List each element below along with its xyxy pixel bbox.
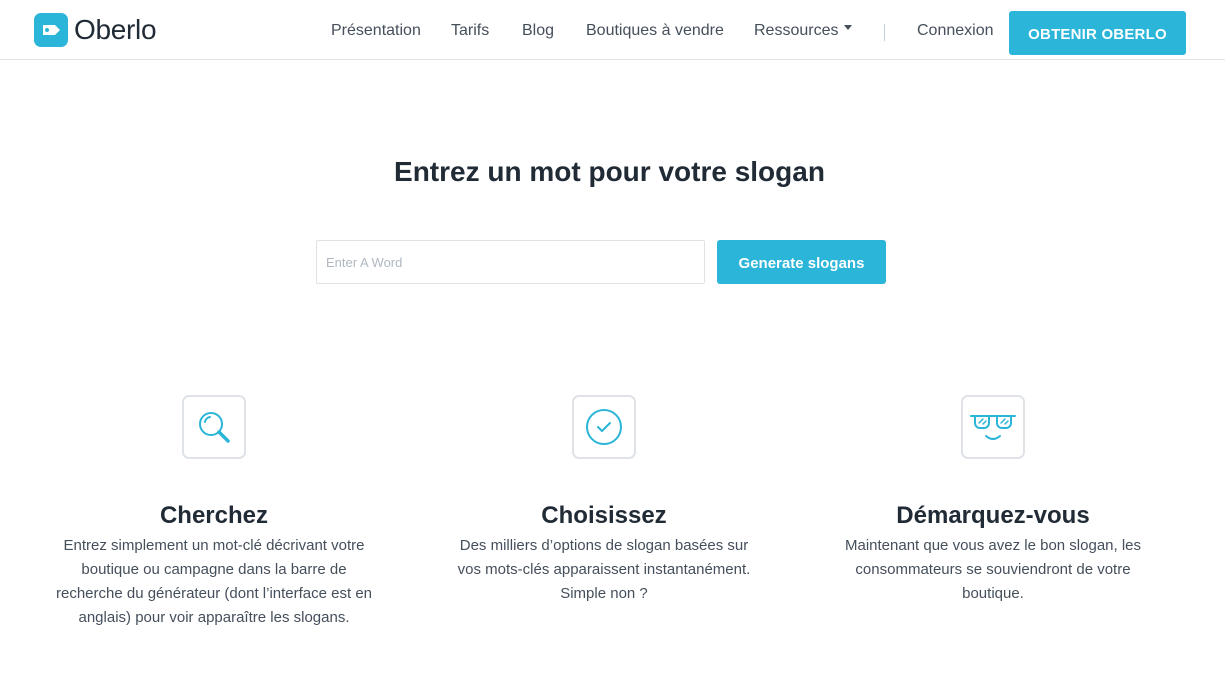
nav-stores-link[interactable]: Boutiques à vendre: [586, 22, 724, 40]
nav-blog-link[interactable]: Blog: [522, 22, 554, 40]
get-oberlo-button[interactable]: OBTENIR OBERLO: [1009, 11, 1186, 55]
brand-name: Oberlo: [74, 14, 157, 45]
page-title: Entrez un mot pour votre slogan: [394, 156, 825, 187]
nav-resources-dropdown[interactable]: Ressources: [754, 22, 853, 40]
top-navigation-bar: Oberlo Présentation Tarifs Blog Boutique…: [0, 0, 1225, 60]
nav-presentation-link[interactable]: Présentation: [331, 22, 421, 40]
feature-title: Choisissez: [541, 502, 667, 529]
nav-divider: [884, 24, 885, 41]
feature-description: Maintenant que vous avez le bon slogan, …: [844, 537, 1142, 602]
oberlo-logo[interactable]: Oberlo: [34, 13, 157, 47]
feature-stand-out: Démarquez-vous Maintenant que vous avez …: [823, 395, 1163, 606]
tag-logo-icon: [34, 13, 68, 47]
check-circle-icon: [572, 395, 636, 459]
generate-slogans-button[interactable]: Generate slogans: [717, 240, 886, 284]
nav-pricing-link[interactable]: Tarifs: [451, 22, 489, 40]
sunglasses-face-icon: [961, 395, 1025, 459]
caret-down-icon: [844, 25, 853, 30]
word-input[interactable]: [316, 240, 705, 284]
feature-search: Cherchez Entrez simplement un mot-clé dé…: [44, 395, 384, 630]
feature-description: Entrez simplement un mot-clé décrivant v…: [55, 537, 373, 626]
feature-title: Cherchez: [159, 502, 269, 529]
feature-description: Des milliers d’options de slogan basées …: [457, 537, 751, 602]
magnifier-icon: [182, 395, 246, 459]
feature-choose: Choisissez Des milliers d’options de slo…: [434, 395, 774, 606]
login-link[interactable]: Connexion: [917, 22, 994, 40]
nav-resources-label: Ressources: [754, 22, 839, 39]
feature-title: Démarquez-vous: [896, 502, 1090, 529]
